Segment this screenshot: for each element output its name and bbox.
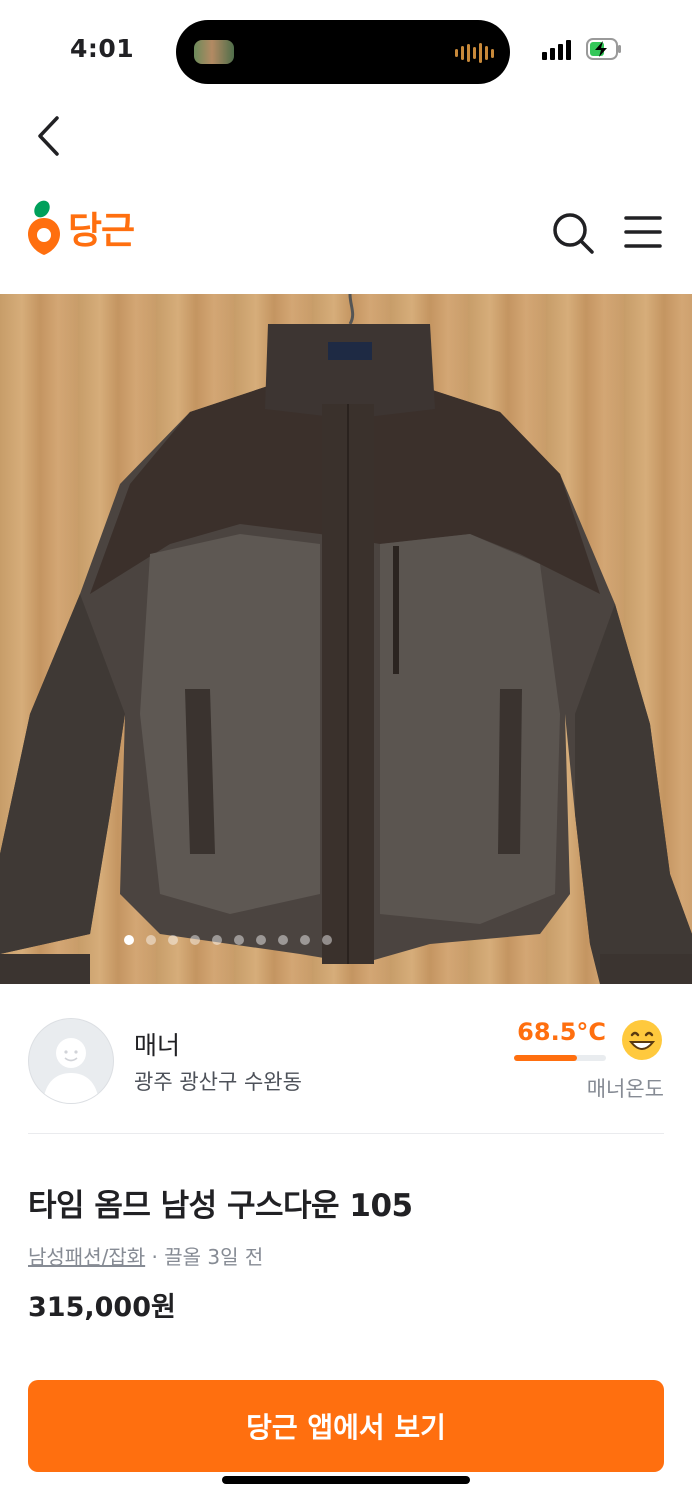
- manner-temperature-bar: [514, 1055, 606, 1061]
- manner-temperature-label[interactable]: 매너온도: [587, 1073, 664, 1103]
- chevron-left-icon: [38, 116, 59, 156]
- divider: [28, 1133, 664, 1134]
- item-price: 315,000원: [28, 1292, 176, 1323]
- live-activity-thumbnail: [194, 40, 234, 64]
- page-dot[interactable]: [234, 935, 244, 945]
- audio-waveform-icon: [455, 43, 494, 63]
- item-time-ago: · 끌올 3일 전: [145, 1245, 264, 1269]
- home-indicator: [222, 1476, 470, 1484]
- dynamic-island: [176, 20, 510, 84]
- seller-location: 광주 광산구 수완동: [134, 1070, 302, 1094]
- item-meta: 남성패션/잡화 · 끌올 3일 전: [28, 1241, 263, 1270]
- product-photo[interactable]: [0, 294, 692, 984]
- menu-button[interactable]: [622, 212, 664, 252]
- page-dot[interactable]: [168, 935, 178, 945]
- page-dot[interactable]: [278, 935, 288, 945]
- page-dot[interactable]: [300, 935, 310, 945]
- search-button[interactable]: [550, 210, 596, 256]
- logo-text: 당근: [68, 209, 135, 252]
- status-bar: 4:01: [0, 0, 692, 100]
- default-profile-icon: [43, 1038, 99, 1103]
- seller-name[interactable]: 매너: [134, 1026, 180, 1062]
- page-dot[interactable]: [322, 935, 332, 945]
- seller-avatar[interactable]: [28, 1018, 114, 1104]
- daangn-logo[interactable]: 당근: [24, 198, 135, 256]
- item-category-link[interactable]: 남성패션/잡화: [28, 1245, 145, 1269]
- battery-charging-icon: [586, 38, 621, 60]
- back-button[interactable]: [30, 112, 70, 160]
- manner-temperature-value: 68.5°C: [517, 1018, 606, 1046]
- signal-bars-icon: [542, 40, 571, 60]
- search-icon: [553, 213, 594, 254]
- page-dot[interactable]: [124, 935, 134, 945]
- page-dot[interactable]: [146, 935, 156, 945]
- hamburger-menu-icon: [624, 216, 662, 248]
- manner-temperature-fill: [514, 1055, 578, 1061]
- page-dot[interactable]: [212, 935, 222, 945]
- grinning-face-icon: [622, 1020, 662, 1060]
- page-dot[interactable]: [256, 935, 266, 945]
- jacket-image: [0, 294, 692, 984]
- open-in-app-button[interactable]: 당근 앱에서 보기: [28, 1380, 664, 1472]
- page-dot[interactable]: [190, 935, 200, 945]
- carrot-logo-icon: [28, 200, 60, 255]
- item-title: 타임 옴므 남성 구스다운 105: [28, 1188, 413, 1224]
- status-time: 4:01: [70, 34, 135, 63]
- gallery-page-indicator: [0, 935, 574, 945]
